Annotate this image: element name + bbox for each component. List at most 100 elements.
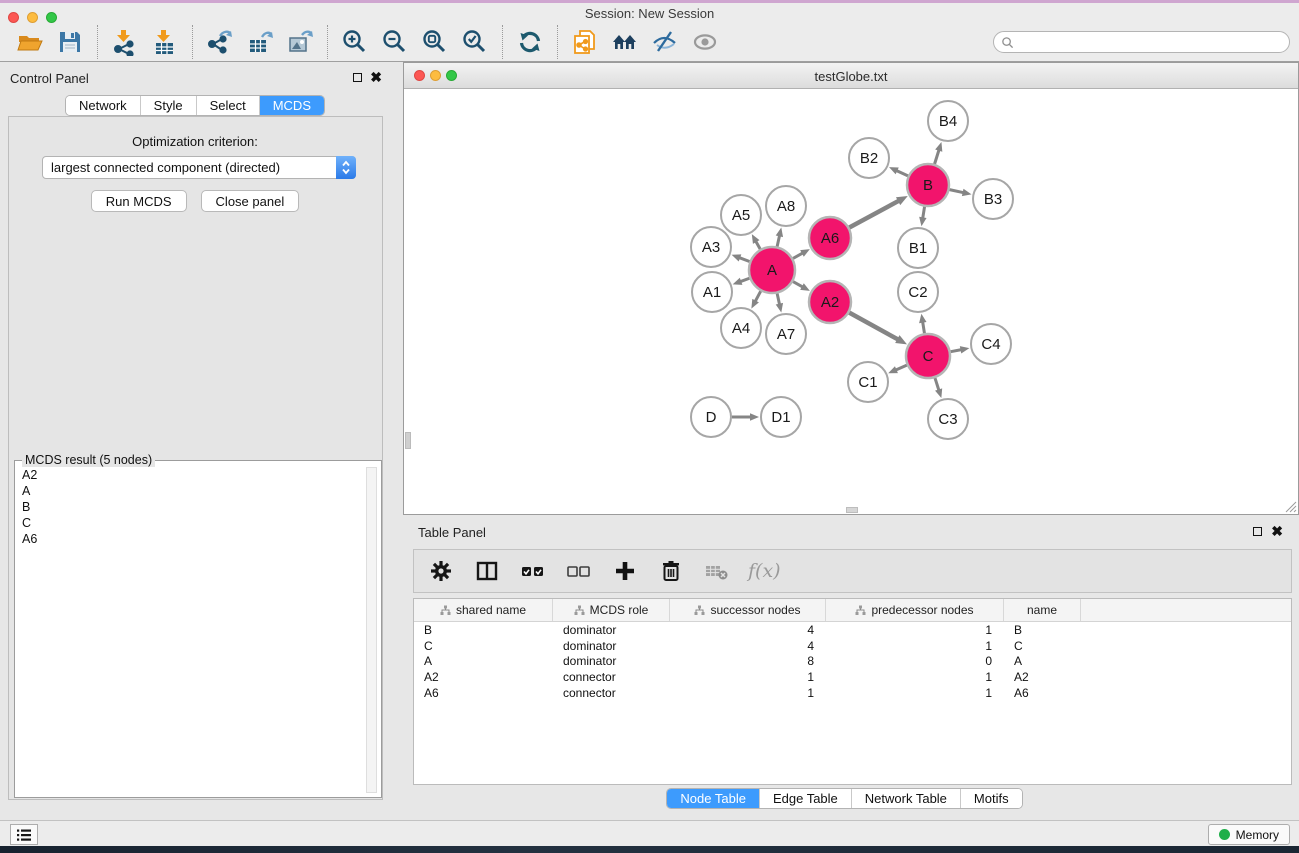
first-neighbors-button[interactable] [605, 26, 645, 58]
node-C1[interactable] [848, 362, 888, 402]
column-header-shared-name[interactable]: shared name [414, 599, 553, 621]
column-header-predecessor-nodes[interactable]: predecessor nodes [826, 599, 1004, 621]
node-B3[interactable] [973, 179, 1013, 219]
node-C4[interactable] [971, 324, 1011, 364]
node-A1[interactable] [692, 272, 732, 312]
tab-mcds[interactable]: MCDS [260, 96, 324, 115]
export-network-button[interactable] [200, 26, 240, 58]
node-A[interactable] [749, 247, 795, 293]
cell-name[interactable]: A [1004, 654, 1081, 668]
zoom-in-button[interactable] [335, 26, 375, 58]
node-B4[interactable] [928, 101, 968, 141]
zoom-fit-button[interactable] [415, 26, 455, 58]
float-panel-icon[interactable] [353, 73, 362, 82]
node-A4[interactable] [721, 308, 761, 348]
close-table-panel-icon[interactable]: ✖ [1271, 526, 1283, 536]
column-header-successor-nodes[interactable]: successor nodes [670, 599, 826, 621]
table-row[interactable]: Bdominator41B [414, 622, 1291, 638]
import-table-button[interactable] [145, 26, 185, 58]
search-field[interactable] [993, 31, 1290, 53]
column-header-name[interactable]: name [1004, 599, 1081, 621]
function-builder-button[interactable]: f(x) [748, 560, 781, 582]
create-column-button[interactable] [610, 556, 640, 586]
cell-MCDS-role[interactable]: dominator [553, 623, 670, 637]
list-item[interactable]: C [16, 515, 363, 531]
column-header-MCDS-role[interactable]: MCDS role [553, 599, 670, 621]
edge-A6-B[interactable] [849, 201, 899, 228]
edge-A-A1[interactable] [740, 278, 749, 281]
cell-predecessor-nodes[interactable]: 1 [826, 623, 1004, 637]
criterion-dropdown[interactable]: largest connected component (directed) [42, 156, 356, 179]
node-A8[interactable] [766, 186, 806, 226]
cell-successor-nodes[interactable]: 1 [670, 686, 826, 700]
edge-B-B1[interactable] [923, 207, 925, 219]
edge-C-C1[interactable] [896, 365, 907, 370]
list-item[interactable]: B [16, 499, 363, 515]
tab-select[interactable]: Select [197, 96, 260, 115]
edge-B-B2[interactable] [896, 170, 908, 175]
network-horizontal-scrollbar[interactable] [846, 507, 858, 513]
hide-selected-button[interactable] [645, 26, 685, 58]
edge-A-A8[interactable] [777, 235, 779, 246]
node-C3[interactable] [928, 399, 968, 439]
tab-motifs[interactable]: Motifs [961, 789, 1022, 808]
cell-successor-nodes[interactable]: 4 [670, 639, 826, 653]
resize-grip-icon[interactable] [1283, 499, 1297, 513]
apply-layout-button[interactable] [510, 26, 550, 58]
cell-name[interactable]: C [1004, 639, 1081, 653]
node-A2[interactable] [809, 281, 851, 323]
cell-shared-name[interactable]: A [414, 654, 553, 668]
cell-name[interactable]: B [1004, 623, 1081, 637]
edge-B-B3[interactable] [950, 190, 964, 193]
close-panel-button[interactable]: Close panel [201, 190, 300, 212]
node-A3[interactable] [691, 227, 731, 267]
table-row[interactable]: Adominator80A [414, 654, 1291, 670]
tab-node-table[interactable]: Node Table [667, 789, 760, 808]
show-column-panel-button[interactable] [472, 556, 502, 586]
list-item[interactable]: A2 [16, 467, 363, 483]
column-settings-button[interactable] [426, 556, 456, 586]
cell-shared-name[interactable]: B [414, 623, 553, 637]
cell-name[interactable]: A6 [1004, 686, 1081, 700]
zoom-selected-button[interactable] [455, 26, 495, 58]
node-D1[interactable] [761, 397, 801, 437]
result-list-scrollbar[interactable] [366, 467, 377, 793]
table-row[interactable]: Cdominator41C [414, 638, 1291, 654]
node-table[interactable]: shared nameMCDS rolesuccessor nodesprede… [413, 598, 1292, 785]
cell-predecessor-nodes[interactable]: 1 [826, 639, 1004, 653]
edge-A-A7[interactable] [777, 293, 779, 304]
edge-B-B4[interactable] [935, 150, 939, 164]
delete-columns-button[interactable] [656, 556, 686, 586]
list-item[interactable]: A6 [16, 531, 363, 547]
open-session-button[interactable] [10, 26, 50, 58]
cell-MCDS-role[interactable]: connector [553, 670, 670, 684]
tab-style[interactable]: Style [141, 96, 197, 115]
task-history-button[interactable] [10, 824, 38, 845]
search-input[interactable] [1014, 35, 1289, 49]
import-network-button[interactable] [105, 26, 145, 58]
edge-A-A5[interactable] [756, 241, 760, 249]
run-mcds-button[interactable]: Run MCDS [91, 190, 187, 212]
node-B1[interactable] [898, 228, 938, 268]
edge-C-C4[interactable] [951, 350, 962, 352]
show-hidden-button[interactable] [685, 26, 725, 58]
edge-A2-C[interactable] [849, 313, 898, 340]
cell-predecessor-nodes[interactable]: 1 [826, 670, 1004, 684]
node-B[interactable] [907, 164, 949, 206]
edge-C-C2[interactable] [923, 322, 925, 334]
node-A7[interactable] [766, 314, 806, 354]
memory-button[interactable]: Memory [1208, 824, 1290, 845]
cell-shared-name[interactable]: A6 [414, 686, 553, 700]
node-C[interactable] [906, 334, 950, 378]
node-A6[interactable] [809, 217, 851, 259]
network-canvas[interactable]: AA1A2A3A4A5A6A7A8BB1B2B3B4CC1C2C3C4DD1 [404, 89, 1298, 514]
cell-name[interactable]: A2 [1004, 670, 1081, 684]
edge-A-A4[interactable] [755, 291, 761, 301]
list-item[interactable]: A [16, 483, 363, 499]
export-image-button[interactable] [280, 26, 320, 58]
node-B2[interactable] [849, 138, 889, 178]
cell-MCDS-role[interactable]: dominator [553, 639, 670, 653]
tab-network-table[interactable]: Network Table [852, 789, 961, 808]
edge-A-A2[interactable] [793, 282, 803, 287]
select-all-columns-button[interactable] [518, 556, 548, 586]
